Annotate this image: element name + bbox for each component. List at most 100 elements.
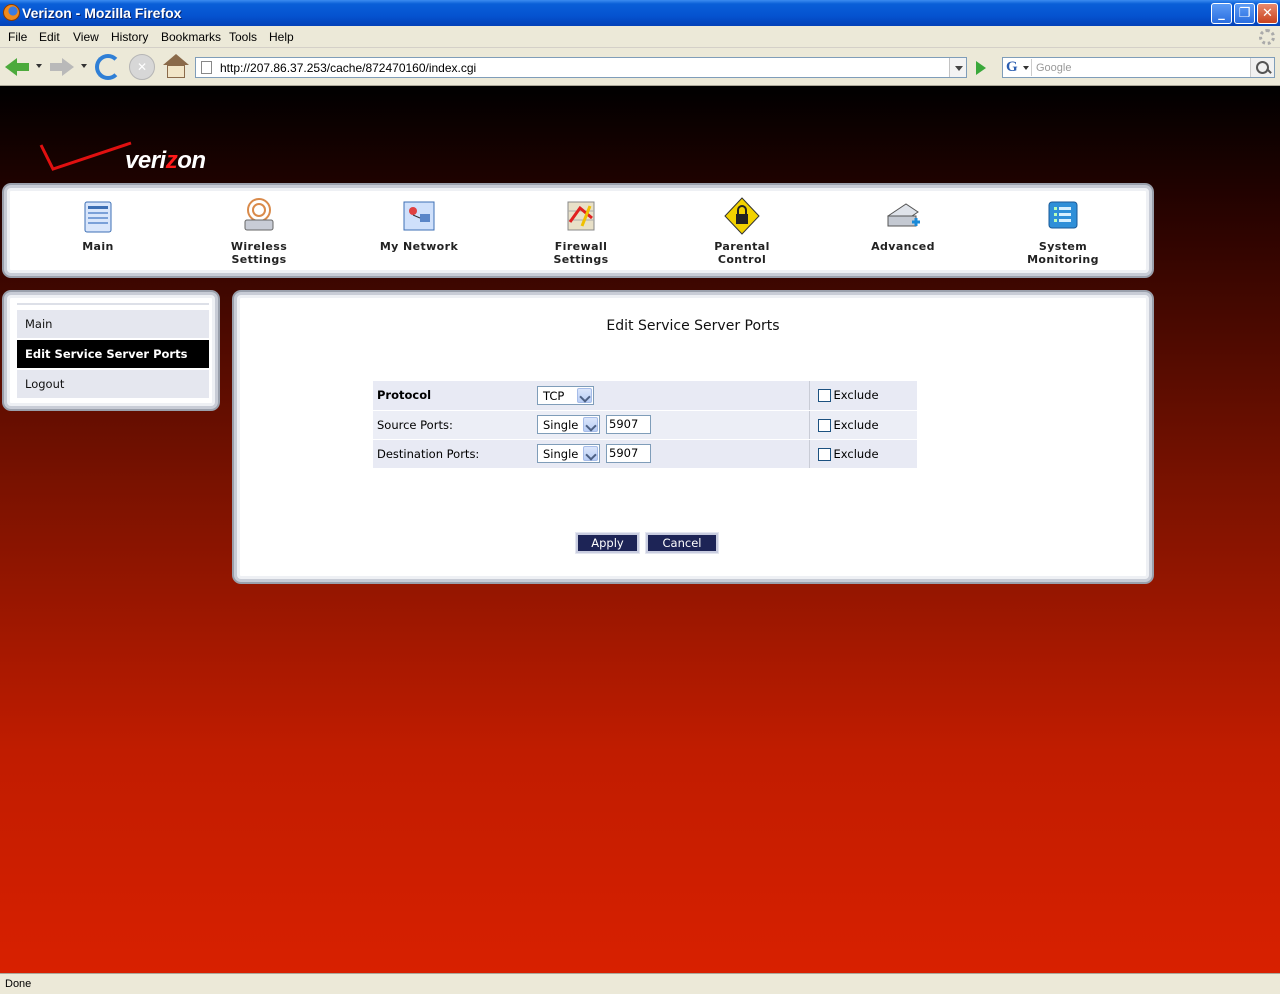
maximize-button[interactable]: ❐ [1234, 3, 1255, 24]
search-bar[interactable]: G Google [1002, 57, 1275, 78]
monitor-icon [1044, 196, 1082, 236]
chevron-down-icon[interactable] [577, 387, 592, 403]
protocol-select[interactable]: TCP [537, 385, 594, 405]
protocol-select-value: TCP [543, 388, 565, 403]
nav-system-label-2: Monitoring [1027, 253, 1099, 266]
nav-advanced[interactable]: Advanced [843, 196, 963, 253]
close-button[interactable]: ✕ [1257, 3, 1278, 24]
nav-firewall-settings[interactable]: Firewall Settings [521, 196, 641, 266]
destination-ports-exclude-cell: Exclude [808, 439, 917, 469]
nav-firewall-label-1: Firewall [554, 240, 608, 253]
status-text: Done [5, 978, 32, 990]
nav-wireless-settings[interactable]: Wireless Settings [199, 196, 319, 266]
main-icon [79, 196, 117, 236]
nav-wireless-label-2: Settings [231, 253, 287, 266]
logo-text-post: on [177, 147, 206, 174]
sidebar: Main Edit Service Server Ports Logout [4, 292, 218, 409]
go-button[interactable] [971, 58, 991, 78]
page-title: Edit Service Server Ports [606, 318, 780, 334]
menu-file[interactable]: File [8, 30, 27, 44]
wireless-icon [240, 196, 278, 236]
address-bar[interactable]: http://207.86.37.253/cache/872470160/ind… [195, 57, 967, 78]
nav-advanced-label: Advanced [871, 240, 935, 253]
protocol-exclude-checkbox[interactable] [817, 389, 831, 403]
chevron-down-icon[interactable] [583, 417, 598, 432]
menu-view[interactable]: View [73, 30, 99, 44]
destination-ports-exclude-checkbox[interactable] [817, 447, 831, 461]
search-engine-selector[interactable]: G [1004, 59, 1032, 76]
verizon-check-icon [39, 141, 132, 171]
nav-parental-label-2: Control [717, 253, 767, 266]
search-icon[interactable] [1250, 58, 1274, 77]
search-input[interactable]: Google [1036, 62, 1071, 74]
lock-icon [723, 196, 761, 236]
main-panel: Edit Service Server Ports Protocol TCP E… [234, 292, 1152, 582]
menu-help[interactable]: Help [269, 30, 294, 44]
stop-button[interactable]: ✕ [129, 54, 155, 80]
destination-ports-control-cell: Single 5907 [537, 439, 809, 469]
source-ports-exclude-cell: Exclude [808, 410, 917, 440]
status-bar: Done [0, 973, 1280, 994]
protocol-control-cell: TCP [537, 381, 809, 411]
reload-button[interactable] [95, 54, 121, 80]
sidebar-item-main[interactable]: Main [17, 310, 209, 338]
main-navigation-panel: Main Wireless Settings My Network Firewa… [4, 185, 1152, 276]
back-arrow-tail [16, 63, 29, 71]
menu-tools[interactable]: Tools [229, 30, 257, 44]
destination-port-input[interactable]: 5907 [606, 444, 651, 463]
chevron-down-icon[interactable] [583, 446, 598, 461]
back-history-dropdown[interactable] [36, 64, 42, 68]
table-row-destination-ports: Destination Ports: Single 5907 Exclude [373, 439, 917, 469]
nav-wireless-label-1: Wireless [230, 240, 288, 253]
nav-system-monitoring[interactable]: System Monitoring [1003, 196, 1123, 266]
menu-history[interactable]: History [111, 30, 148, 44]
forward-arrow-tail [50, 63, 63, 71]
source-ports-label: Source Ports: [373, 410, 537, 440]
logo-text-pre: veri [125, 147, 166, 174]
page-content: verizon Main Wireless Settings My Networ… [0, 86, 1280, 973]
network-icon [400, 196, 438, 236]
back-button[interactable] [5, 54, 31, 80]
table-row-source-ports: Source Ports: Single 5907 Exclude [373, 410, 917, 440]
nav-main[interactable]: Main [38, 196, 158, 253]
forward-button[interactable] [50, 54, 76, 80]
forward-arrow-icon [62, 58, 74, 76]
activity-throbber-icon [1259, 29, 1275, 45]
destination-ports-label: Destination Ports: [373, 439, 537, 469]
home-button[interactable] [163, 54, 189, 80]
home-wall-icon [167, 65, 185, 78]
logo-text-z: z [165, 147, 178, 174]
url-history-dropdown[interactable] [949, 58, 966, 77]
source-ports-exclude-checkbox[interactable] [817, 418, 831, 432]
sidebar-item-logout[interactable]: Logout [17, 370, 209, 398]
destination-ports-type-select[interactable]: Single [537, 444, 600, 463]
google-icon: G [1006, 59, 1018, 75]
nav-main-label: Main [82, 240, 114, 253]
source-ports-type-select[interactable]: Single [537, 415, 600, 434]
nav-parental-control[interactable]: Parental Control [682, 196, 802, 266]
window-title: Verizon - Mozilla Firefox [22, 5, 182, 21]
destination-ports-exclude-label: Exclude [833, 446, 879, 461]
protocol-exclude-cell: Exclude [808, 381, 917, 411]
source-port-input[interactable]: 5907 [606, 415, 651, 434]
menu-bar: File Edit View History Bookmarks Tools H… [0, 26, 1280, 48]
home-roof-icon [163, 54, 189, 65]
protocol-label: Protocol [373, 381, 537, 411]
address-url[interactable]: http://207.86.37.253/cache/872470160/ind… [220, 61, 476, 75]
sidebar-divider [17, 303, 209, 305]
menu-bookmarks[interactable]: Bookmarks [161, 30, 221, 44]
apply-button[interactable]: Apply [576, 533, 639, 553]
nav-my-network[interactable]: My Network [359, 196, 479, 253]
nav-my-network-label: My Network [379, 240, 459, 253]
source-ports-type-value: Single [543, 418, 579, 432]
destination-ports-type-value: Single [543, 447, 579, 461]
verizon-logo: verizon [37, 135, 227, 180]
cancel-button[interactable]: Cancel [646, 533, 718, 553]
logo-wordmark: verizon [125, 147, 206, 175]
minimize-button[interactable]: _ [1211, 3, 1232, 24]
menu-edit[interactable]: Edit [39, 30, 60, 44]
table-row-protocol: Protocol TCP Exclude [373, 381, 917, 411]
sidebar-item-edit-service-server-ports[interactable]: Edit Service Server Ports [17, 340, 209, 368]
forward-history-dropdown[interactable] [81, 64, 87, 68]
nav-parental-label-1: Parental [714, 240, 770, 253]
